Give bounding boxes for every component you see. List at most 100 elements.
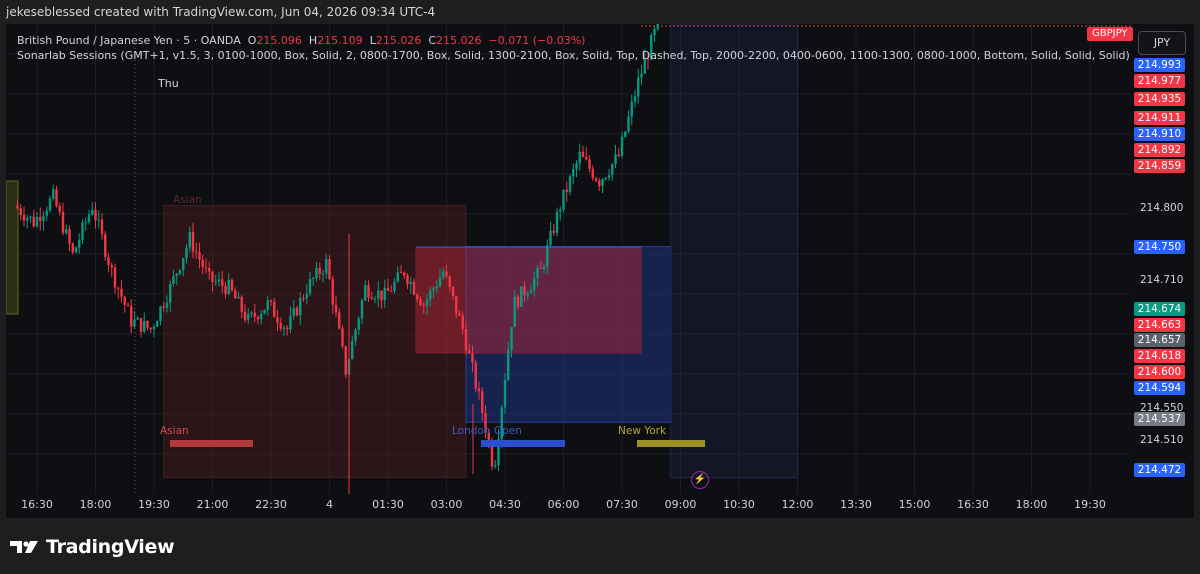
candle-body [331, 279, 334, 305]
price-tag: 214.910 [1134, 127, 1185, 141]
candle-body [406, 275, 409, 285]
candle-body [188, 231, 191, 248]
candle-body [552, 230, 555, 233]
candle-body [224, 286, 227, 294]
time-tick-label: 04:30 [489, 498, 521, 511]
candle-body [250, 312, 253, 315]
candle-body [581, 151, 585, 157]
candle-body [263, 309, 266, 314]
candle-body [425, 299, 429, 306]
price-tag: 214.594 [1134, 381, 1185, 395]
candle-body [416, 294, 419, 300]
time-tick-label: 13:30 [840, 498, 872, 511]
candle-body [52, 189, 55, 199]
candle-body [217, 279, 221, 282]
candle-body [126, 304, 130, 307]
candle-body [32, 216, 35, 227]
candle-body [334, 304, 338, 313]
candle-body [276, 317, 279, 323]
candle-body [562, 189, 565, 210]
candle-body [403, 272, 406, 276]
candle-body [208, 268, 211, 272]
candle-body [253, 312, 256, 317]
candle-body [451, 286, 455, 296]
candle-body [182, 258, 185, 271]
low-value: 215.026 [375, 34, 422, 47]
candle-body [630, 101, 633, 117]
candle-body [458, 313, 461, 316]
candle-body [614, 154, 617, 165]
candle-body [139, 318, 143, 332]
candle-body [204, 267, 208, 269]
candle-body [448, 276, 451, 287]
candle-body [136, 318, 139, 320]
candle-body [438, 277, 442, 287]
candle-body [627, 116, 630, 132]
candle-body [214, 281, 217, 283]
candle-body [146, 320, 149, 328]
candle-body [55, 189, 58, 207]
price-tag: 214.911 [1134, 111, 1185, 125]
indicator-text: Sonarlab Sessions (GMT+1, v1.5, 3, 0100-… [17, 49, 1130, 62]
tradingview-wordmark: TradingView [46, 536, 175, 558]
candle-body [393, 281, 396, 291]
candle-body [74, 247, 78, 253]
lightning-alert-icon[interactable]: ⚡ [691, 471, 709, 489]
candle-body [117, 287, 120, 289]
candle-body [269, 300, 273, 302]
candle-body [533, 278, 536, 290]
candle-body [230, 279, 234, 291]
price-tag: 214.600 [1134, 365, 1185, 379]
candle-body [123, 296, 126, 305]
candle-body [354, 329, 357, 341]
candle-body [305, 293, 308, 299]
time-tick-label: 19:30 [1074, 498, 1106, 511]
price-tag: 214.935 [1134, 92, 1185, 106]
candle-body [477, 388, 481, 392]
prior-session-box [6, 180, 19, 315]
price-tag: 214.663 [1134, 318, 1185, 332]
candle-body [611, 164, 614, 175]
candle-body [256, 316, 260, 320]
indicator-legend[interactable]: Sonarlab Sessions (GMT+1, v1.5, 3, 0100-… [17, 49, 1130, 62]
header-text: jekeseblessed created with TradingView.c… [6, 5, 436, 19]
candle-body [120, 288, 123, 297]
candle-body [45, 210, 48, 216]
candle-body [607, 174, 611, 178]
candle-body [624, 131, 627, 137]
currency-button[interactable]: JPY [1138, 31, 1186, 55]
candle-body [507, 350, 510, 381]
candle-body [299, 297, 302, 316]
time-tick-label: 19:30 [138, 498, 170, 511]
candle-body [240, 296, 243, 312]
candle-body [315, 267, 318, 279]
high-value: 215.109 [317, 34, 363, 47]
candle-body [591, 168, 594, 179]
candle-body [653, 28, 656, 36]
candle-body [578, 151, 581, 164]
candle-body [640, 73, 643, 78]
candle-body [185, 247, 188, 259]
candle-body [68, 229, 71, 244]
candle-body [97, 219, 100, 221]
session-box [670, 24, 798, 479]
price-tag: 214.657 [1134, 333, 1185, 347]
change-value: −0.071 (−0.03%) [488, 34, 586, 47]
candle-body [513, 296, 516, 327]
candle-body [130, 306, 133, 327]
candle-body [338, 312, 341, 329]
candle-body [357, 318, 360, 330]
candle-body [364, 285, 367, 301]
candle-body [104, 234, 107, 258]
time-tick-label: 03:00 [430, 498, 463, 511]
candle-body [201, 259, 204, 268]
price-tag: 214.674 [1134, 302, 1185, 316]
time-tick-label: 01:30 [372, 498, 404, 511]
candle-body [386, 287, 390, 291]
candle-body [351, 340, 354, 360]
london-session-bar [481, 440, 565, 447]
time-tick-label: 06:00 [547, 498, 580, 511]
candle-body [279, 322, 282, 329]
candle-body [637, 77, 640, 97]
time-tick-label: 09:00 [664, 498, 697, 511]
